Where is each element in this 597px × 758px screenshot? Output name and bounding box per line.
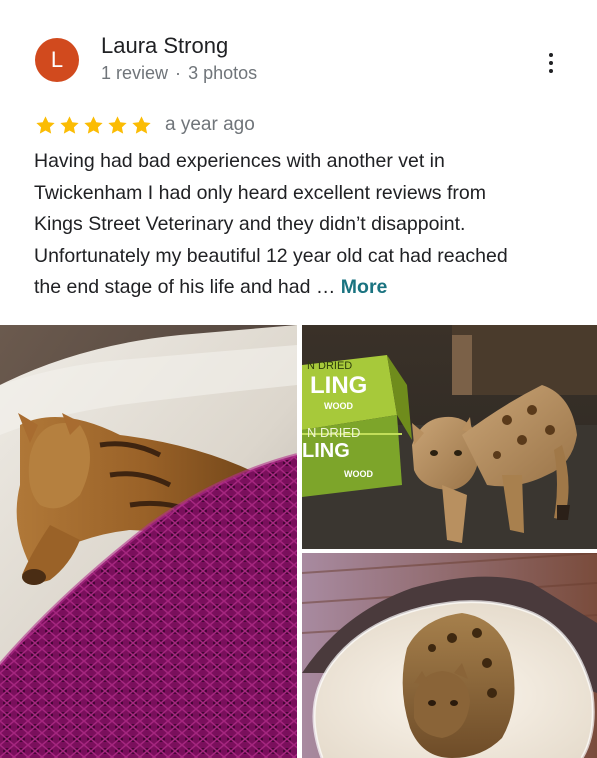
box-text: N DRIED [307,425,360,440]
star-icon [132,115,151,134]
author-meta: 1 review · 3 photos [101,63,257,84]
more-options-icon[interactable] [538,48,564,78]
review-card: L Laura Strong 1 review · 3 photos a yea… [0,0,597,758]
author-avatar[interactable]: L [35,38,79,82]
review-count: 1 review [101,63,169,83]
review-text-line: Having had bad experiences with another … [34,150,445,172]
review-text-line: Twickenham I had only heard excellent re… [34,181,486,204]
box-text: N DRIED [307,360,352,372]
author-name[interactable]: Laura Strong [101,33,228,59]
review-photo-1[interactable] [0,325,297,758]
review-text-line: Unfortunately my beautiful 12 year old c… [34,244,508,267]
photo-cat-beside-green-box: N DRIED LING WOOD N DRIED LING WOOD [302,325,597,549]
star-icon [108,115,127,134]
star-rating [34,114,153,137]
box-text: LING [302,440,350,462]
review-photo-2[interactable]: N DRIED LING WOOD N DRIED LING WOOD [302,325,597,549]
star-icon [36,115,55,134]
review-text-line: Kings Street Veterinary and they didn’t … [34,213,466,235]
box-text: WOOD [324,401,353,411]
star-icon [60,115,79,134]
review-text-line: the end stage of his life and had … More [34,276,388,298]
review-photo-3[interactable] [302,553,597,758]
box-text: WOOD [344,469,373,479]
photo-count: 3 photos [188,63,258,83]
photo-cat-on-sheepskin-rug [302,553,597,758]
meta-separator: · [175,63,182,83]
photo-cat-under-purple-blanket [0,325,297,758]
review-text: Having had bad experiences with another … [34,146,574,304]
more-link[interactable]: More [341,276,388,298]
rating-row: a year ago [34,112,255,138]
box-text: LING [310,372,367,399]
review-date: a year ago [165,114,255,135]
star-icon [84,115,103,134]
